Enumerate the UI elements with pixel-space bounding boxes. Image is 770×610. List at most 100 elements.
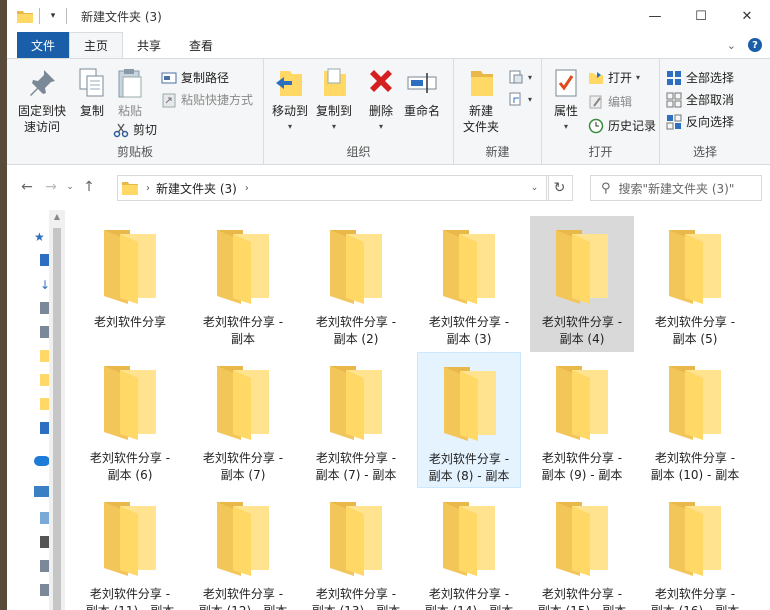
folder-item[interactable]: 老刘软件分享 - 副本 (10) - 副本: [643, 352, 747, 488]
folder-item[interactable]: 老刘软件分享 - 副本 (12) - 副本: [191, 488, 295, 610]
folder-name: 老刘软件分享 - 副本 (3): [417, 314, 521, 348]
folder-name-line2: 副本 (10) - 副本: [650, 468, 740, 482]
select-group-label: 选择: [692, 145, 717, 159]
folder-icon: [669, 502, 721, 576]
folder-name-line2: 副本 (9) - 副本: [541, 468, 623, 482]
properties-button[interactable]: 属性 ▾: [546, 67, 586, 135]
rename-button[interactable]: 重命名: [400, 67, 444, 119]
search-input[interactable]: ⚲ 搜索"新建文件夹 (3)": [590, 175, 762, 201]
copy-to-button[interactable]: 复制到 ▾: [312, 67, 356, 135]
folder-item[interactable]: 老刘软件分享 - 副本 (16) - 副本: [643, 488, 747, 610]
pin-label-line2: 速访问: [23, 120, 60, 134]
history-label: 历史记录: [608, 119, 657, 133]
ribbon-right-controls: ⌄ ?: [727, 38, 762, 52]
tab-view[interactable]: 查看: [175, 32, 227, 58]
folder-name: 老刘软件分享 - 副本: [191, 314, 295, 348]
rename-icon: [407, 73, 437, 93]
folder-name: 老刘软件分享 - 副本 (9) - 副本: [530, 450, 634, 484]
close-button[interactable]: ✕: [724, 0, 770, 32]
address-dropdown-icon[interactable]: ⌄: [523, 175, 547, 201]
folder-item[interactable]: 老刘软件分享 - 副本 (7) - 副本: [304, 352, 408, 488]
refresh-icon[interactable]: ↻: [547, 175, 573, 201]
up-arrow-icon[interactable]: ↑: [77, 179, 101, 195]
select-none-label: 全部取消: [686, 93, 735, 107]
scroll-up-arrow-icon[interactable]: ▲: [49, 212, 65, 221]
open-button[interactable]: 打开 ▾: [588, 69, 640, 86]
onedrive-cloud-icon[interactable]: [34, 456, 50, 466]
edit-button[interactable]: 编辑: [588, 93, 632, 110]
copy-button[interactable]: 复制: [71, 67, 113, 119]
quick-access-star-icon[interactable]: ★: [34, 230, 45, 244]
delete-x-icon: [370, 70, 392, 92]
new-item-button[interactable]: ▾: [508, 69, 532, 85]
folder-item[interactable]: 老刘软件分享 - 副本 (9) - 副本: [530, 352, 634, 488]
help-icon[interactable]: ?: [748, 38, 762, 52]
folder-item[interactable]: 老刘软件分享 - 副本 (15) - 副本: [530, 488, 634, 610]
expand-ribbon-icon[interactable]: ⌄: [727, 39, 736, 52]
recent-locations-dropdown-icon[interactable]: ⌄: [63, 182, 77, 192]
properties-label: 属性: [553, 104, 578, 118]
scrollbar-thumb[interactable]: [53, 228, 61, 610]
move-to-button[interactable]: 移动到 ▾: [268, 67, 312, 135]
new-folder-button[interactable]: 新建 文件夹: [458, 67, 504, 135]
easy-access-dropdown-icon: ▾: [528, 94, 533, 104]
paste-button[interactable]: 粘贴: [111, 67, 149, 119]
tab-file[interactable]: 文件: [17, 32, 70, 58]
quick-access-toolbar-dropdown-icon[interactable]: ▾: [46, 9, 60, 23]
folder-item[interactable]: 老刘软件分享: [78, 216, 182, 352]
folder-name: 老刘软件分享 - 副本 (14) - 副本: [417, 586, 521, 610]
folder-name-line1: 老刘软件分享 -: [541, 587, 623, 601]
folder-name: 老刘软件分享 - 副本 (7) - 副本: [304, 450, 408, 484]
this-pc-icon[interactable]: [34, 486, 50, 497]
select-all-button[interactable]: 全部选择: [666, 69, 734, 86]
folder-name-line1: 老刘软件分享 -: [428, 315, 510, 329]
folder-item[interactable]: 老刘软件分享 - 副本 (5): [643, 216, 747, 352]
maximize-button[interactable]: ☐: [678, 0, 724, 32]
history-button[interactable]: 历史记录: [588, 117, 656, 134]
folder-item[interactable]: 老刘软件分享 - 副本 (7): [191, 352, 295, 488]
properties-icon: [555, 69, 577, 97]
folder-name-line2: 副本 (15) - 副本: [530, 603, 634, 610]
folder-item[interactable]: 老刘软件分享 - 副本 (8) - 副本: [417, 352, 521, 488]
breadcrumb-chevron-icon[interactable]: ›: [146, 183, 150, 194]
folder-item[interactable]: 老刘软件分享 - 副本 (2): [304, 216, 408, 352]
cut-button[interactable]: 剪切: [113, 121, 157, 138]
invert-selection-button[interactable]: 反向选择: [666, 113, 734, 130]
tab-home[interactable]: 主页: [69, 32, 124, 58]
folder-name-line2: 副本 (14) - 副本: [417, 603, 521, 610]
back-arrow-icon[interactable]: ←: [15, 179, 39, 195]
minimize-button[interactable]: —: [632, 0, 678, 32]
folder-name-line2: 副本 (13) - 副本: [304, 603, 408, 610]
folder-name: 老刘软件分享 - 副本 (4): [530, 314, 634, 348]
new-group: 新建 文件夹 ▾ ▾ 新建: [454, 59, 542, 164]
folder-item[interactable]: 老刘软件分享 - 副本: [191, 216, 295, 352]
select-none-button[interactable]: 全部取消: [666, 91, 734, 108]
folder-name-line2: 副本 (7): [220, 468, 266, 482]
paste-shortcut-button[interactable]: 粘贴快捷方式: [161, 91, 253, 108]
folder-item[interactable]: 老刘软件分享 - 副本 (4): [530, 216, 634, 352]
easy-access-button[interactable]: ▾: [508, 91, 532, 107]
folder-name-line1: 老刘软件分享 -: [428, 452, 510, 466]
folder-item[interactable]: 老刘软件分享 - 副本 (14) - 副本: [417, 488, 521, 610]
move-to-icon: [276, 71, 302, 96]
copy-path-button[interactable]: 复制路径: [161, 69, 229, 86]
folder-name-line1: 老刘软件分享 -: [654, 587, 736, 601]
folder-item[interactable]: 老刘软件分享 - 副本 (11) - 副本: [78, 488, 182, 610]
folder-item[interactable]: 老刘软件分享 - 副本 (6): [78, 352, 182, 488]
address-box[interactable]: › 新建文件夹 (3) ›: [117, 175, 549, 201]
forward-arrow-icon[interactable]: →: [39, 179, 63, 195]
open-group: 属性 ▾ 打开 ▾ 编辑 历史记录 打开: [542, 59, 660, 164]
folder-icon: [217, 230, 269, 304]
breadcrumb-chevron-icon[interactable]: ›: [245, 183, 249, 194]
folder-icon: [330, 366, 382, 440]
folder-item[interactable]: 老刘软件分享 - 副本 (3): [417, 216, 521, 352]
invert-selection-label: 反向选择: [686, 115, 735, 129]
pin-to-quick-access-button[interactable]: 固定到快 速访问: [13, 67, 71, 135]
folder-item[interactable]: 老刘软件分享 - 副本 (13) - 副本: [304, 488, 408, 610]
folder-icon: [122, 182, 138, 195]
breadcrumb-current[interactable]: 新建文件夹 (3): [156, 180, 237, 197]
tab-share[interactable]: 共享: [123, 32, 175, 58]
window-title: 新建文件夹 (3): [81, 9, 162, 24]
nav-pane-scrollbar[interactable]: ▲: [49, 210, 65, 610]
delete-button[interactable]: 删除 ▾: [364, 67, 398, 135]
